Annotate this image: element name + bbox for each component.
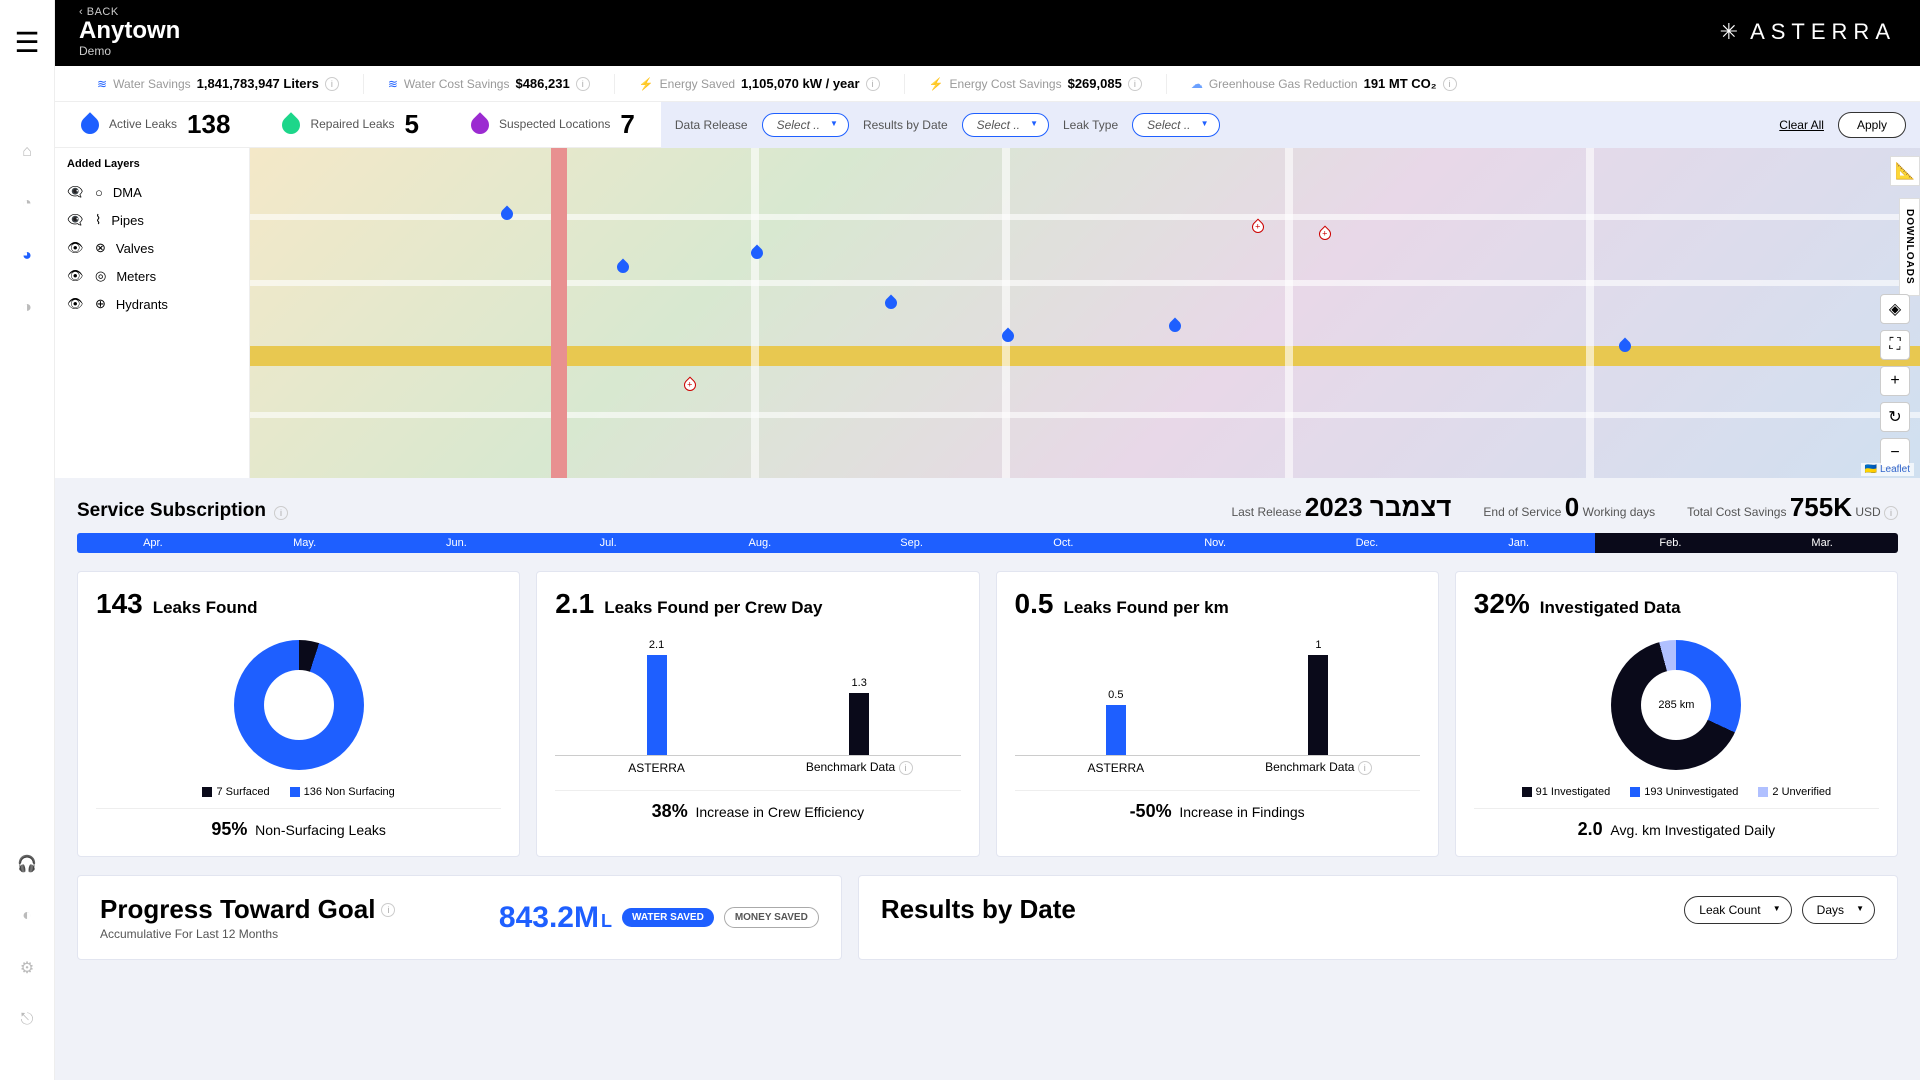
map-canvas[interactable]: 📐 DOWNLOADS ◈ ⛶ + ↻ − 🇺🇦 Leaflet (250, 148, 1920, 478)
layer-dma[interactable]: 👁‍🗨○DMA (67, 178, 237, 206)
info-icon[interactable]: i (1884, 506, 1898, 520)
brand-logo: ✳ ASTERRA (1720, 19, 1896, 45)
bolt-icon: ⚡ (639, 77, 654, 91)
info-icon[interactable]: i (1443, 77, 1457, 91)
metric-ghg: ☁ Greenhouse Gas Reduction 191 MT CO₂ i (1167, 76, 1481, 91)
nav-logout-icon[interactable]: ⎋ (15, 1008, 39, 1032)
info-icon[interactable]: i (325, 77, 339, 91)
metric-energy-cost: ⚡ Energy Cost Savings $269,085 i (905, 76, 1166, 91)
filter-bar: Data Release Select .. Results by Date S… (661, 102, 1920, 148)
info-icon[interactable]: i (381, 903, 395, 917)
card-investigated: 32%Investigated Data 285 km 91 Investiga… (1455, 571, 1898, 857)
section-title: Service Subscription (77, 500, 266, 522)
stat-repaired-leaks: Repaired Leaks 5 (256, 109, 445, 140)
filter-label: Leak Type (1063, 118, 1118, 132)
info-icon[interactable]: i (899, 761, 913, 775)
layer-meters[interactable]: 👁◎Meters (67, 262, 237, 290)
downloads-tab[interactable]: DOWNLOADS (1899, 198, 1920, 296)
metrics-toolbar: ≋ Water Savings 1,841,783,947 Liters i ≋… (55, 66, 1920, 102)
waves-icon: ≋ (388, 77, 398, 91)
metric-water-savings: ≋ Water Savings 1,841,783,947 Liters i (73, 76, 363, 91)
eye-icon: 👁 (67, 296, 85, 312)
fullscreen-icon[interactable]: ⛶ (1880, 330, 1910, 360)
donut-chart: 285 km (1611, 640, 1741, 770)
layers-title: Added Layers (67, 158, 237, 170)
back-link[interactable]: ‹ BACK (79, 6, 1720, 18)
lower-panels: Progress Toward Goal i Accumulative For … (77, 875, 1898, 960)
zoom-in-button[interactable]: + (1880, 366, 1910, 396)
data-release-select[interactable]: Select .. (762, 113, 849, 137)
reset-icon[interactable]: ↻ (1880, 402, 1910, 432)
info-icon[interactable]: i (1128, 77, 1142, 91)
menu-icon[interactable]: ☰ (15, 30, 39, 54)
bar-chart: 0.5ASTERRA 1Benchmark Data i (1015, 630, 1420, 756)
kpi-cards: 143Leaks Found 7 Surfaced 136 Non Surfac… (77, 571, 1898, 857)
status-bar: Active Leaks 138 Repaired Leaks 5 Suspec… (55, 102, 1920, 148)
page-subtitle: Demo (79, 44, 1720, 58)
filter-label: Data Release (675, 118, 748, 132)
page-title: Anytown (79, 18, 1720, 44)
nav-settings-icon[interactable]: ⚙ (15, 956, 39, 980)
layer-valves[interactable]: 👁⊗Valves (67, 234, 237, 262)
bolt-icon: ⚡ (929, 77, 944, 91)
nav-chart1-icon[interactable]: ◔ (15, 192, 39, 216)
timeline: Apr. May. Jun. Jul. Aug. Sep. Oct. Nov. … (77, 533, 1898, 553)
layers-icon[interactable]: ◈ (1880, 294, 1910, 324)
map-area: Added Layers 👁‍🗨○DMA 👁‍🗨⌇Pipes 👁⊗Valves … (55, 148, 1920, 478)
clear-all-link[interactable]: Clear All (1779, 118, 1824, 132)
pill-money-saved[interactable]: MONEY SAVED (724, 907, 819, 928)
nav-home-icon[interactable]: ⌂ (15, 140, 39, 164)
card-leaks-found: 143Leaks Found 7 Surfaced 136 Non Surfac… (77, 571, 520, 857)
header: ‹ BACK Anytown Demo ✳ ASTERRA (55, 0, 1920, 66)
filter-label: Results by Date (863, 118, 948, 132)
results-date-select[interactable]: Select .. (962, 113, 1049, 137)
metric-water-cost: ≋ Water Cost Savings $486,231 i (364, 76, 614, 91)
nav-chart2-icon[interactable]: ◕ (15, 244, 39, 268)
nav-support-icon[interactable]: 🎧 (15, 852, 39, 876)
info-icon[interactable]: i (866, 77, 880, 91)
end-of-service: End of Service 0 Working days (1483, 492, 1655, 523)
card-per-crew: 2.1Leaks Found per Crew Day 2.1ASTERRA 1… (536, 571, 979, 857)
eye-off-icon: 👁‍🗨 (67, 212, 85, 228)
cloud-icon: ☁ (1191, 77, 1203, 91)
eye-icon: 👁 (67, 240, 85, 256)
info-icon[interactable]: i (274, 506, 288, 520)
info-icon[interactable]: i (576, 77, 590, 91)
waves-icon: ≋ (97, 77, 107, 91)
donut-chart (234, 640, 364, 770)
info-icon[interactable]: i (1358, 761, 1372, 775)
layer-pipes[interactable]: 👁‍🗨⌇Pipes (67, 206, 237, 234)
layers-panel: Added Layers 👁‍🗨○DMA 👁‍🗨⌇Pipes 👁⊗Valves … (55, 148, 250, 478)
last-release: Last Release דצמבר 2023 (1231, 492, 1451, 523)
drop-icon (279, 112, 304, 137)
eye-off-icon: 👁‍🗨 (67, 184, 85, 200)
nav-contrast-icon[interactable]: ◐ (15, 904, 39, 928)
ruler-icon[interactable]: 📐 (1895, 161, 1915, 181)
side-nav: ☰ ⌂ ◔ ◕ ◑ 🎧 ◐ ⚙ ⎋ (0, 0, 55, 1080)
total-savings: Total Cost Savings 755K USD i (1687, 492, 1898, 523)
drop-icon (77, 112, 102, 137)
map-attribution: 🇺🇦 Leaflet (1861, 463, 1914, 476)
drop-icon (467, 112, 492, 137)
stat-active-leaks: Active Leaks 138 (55, 109, 256, 140)
metric-energy: ⚡ Energy Saved 1,105,070 kW / year i (615, 76, 904, 91)
eye-icon: 👁 (67, 268, 85, 284)
asterisk-icon: ✳ (1720, 19, 1744, 45)
map-tools: 📐 (1890, 156, 1920, 186)
leak-count-select[interactable]: Leak Count (1684, 896, 1791, 924)
days-select[interactable]: Days (1802, 896, 1875, 924)
apply-button[interactable]: Apply (1838, 112, 1906, 138)
leak-type-select[interactable]: Select .. (1132, 113, 1219, 137)
layer-hydrants[interactable]: 👁⊕Hydrants (67, 290, 237, 318)
stat-suspected: Suspected Locations 7 (445, 109, 661, 140)
pill-water-saved[interactable]: WATER SAVED (622, 908, 714, 927)
panel-progress: Progress Toward Goal i Accumulative For … (77, 875, 842, 960)
nav-chart3-icon[interactable]: ◑ (15, 296, 39, 320)
panel-results: Results by Date Leak Count Days (858, 875, 1898, 960)
subscription-header: Service Subscription i Last Release דצמב… (77, 492, 1898, 523)
card-per-km: 0.5Leaks Found per km 0.5ASTERRA 1Benchm… (996, 571, 1439, 857)
progress-value: 843.2M (499, 901, 599, 935)
bar-chart: 2.1ASTERRA 1.3Benchmark Data i (555, 630, 960, 756)
